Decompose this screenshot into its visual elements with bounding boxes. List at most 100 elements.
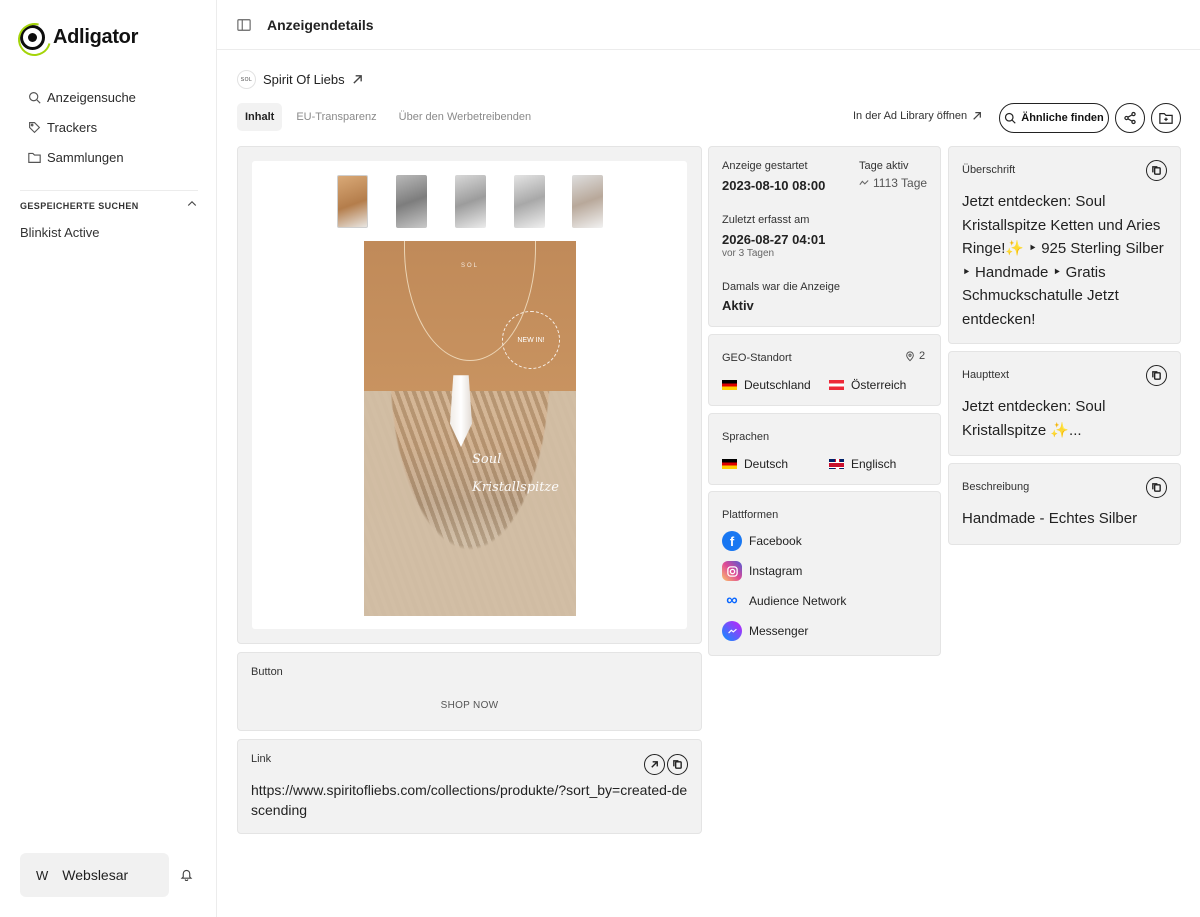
button-card-label: Button <box>251 666 283 678</box>
geo-count-value: 2 <box>919 350 926 362</box>
platform-facebook: f Facebook <box>722 531 802 551</box>
chevron-up-icon[interactable] <box>186 197 198 215</box>
copy-icon <box>1152 371 1161 380</box>
open-ad-library-link[interactable]: In der Ad Library öffnen <box>853 110 982 122</box>
language-de: Deutsch <box>722 455 788 473</box>
logo[interactable]: Adligator <box>20 25 138 50</box>
saved-search-item[interactable]: Blinkist Active <box>20 225 99 240</box>
sidebar-toggle-icon[interactable] <box>237 18 251 32</box>
copy-description-button[interactable] <box>1146 477 1167 498</box>
languages-label: Sprachen <box>722 431 770 443</box>
find-similar-label: Ähnliche finden <box>1021 112 1104 124</box>
button-card: Button SHOP NOW <box>237 652 702 731</box>
sidebar-item-trackers[interactable]: Trackers <box>28 112 136 142</box>
tag-icon <box>29 121 41 133</box>
sidebar-item-label: Trackers <box>47 119 98 135</box>
platform-name: Instagram <box>749 564 803 578</box>
days-active: 1113 Tage <box>859 176 927 190</box>
platform-instagram: Instagram <box>722 561 802 581</box>
sidebar: Adligator Anzeigensuche Trackers Sammlun… <box>0 0 217 917</box>
media-thumbnail[interactable] <box>572 175 603 228</box>
tab-eu-transparenz[interactable]: EU-Transparenz <box>288 103 384 131</box>
new-in-badge: NEW IN! <box>502 311 560 369</box>
language-en: Englisch <box>829 455 896 473</box>
sidebar-item-label: Sammlungen <box>47 149 124 165</box>
copy-icon <box>1152 166 1161 175</box>
headline-card: Überschrift Jetzt entdecken: Soul Krista… <box>948 146 1181 344</box>
external-link-icon <box>973 112 982 120</box>
bell-icon[interactable] <box>180 868 193 882</box>
map-pin-icon <box>906 351 914 361</box>
folder-icon <box>28 152 41 163</box>
languages-card: Sprachen Deutsch Englisch <box>708 413 941 485</box>
user-menu[interactable]: W Webslesar <box>20 853 169 897</box>
content-tabs: Inhalt EU-Transparenz Über den Werbetrei… <box>237 103 539 131</box>
started-value: 2023-08-10 08:00 <box>722 178 826 193</box>
sidebar-item-sammlungen[interactable]: Sammlungen <box>28 142 136 172</box>
cta-button[interactable]: SHOP NOW <box>251 692 688 719</box>
link-card-label: Link <box>251 753 272 765</box>
description-card: Beschreibung Handmade - Echtes Silber <box>948 463 1181 545</box>
link-url[interactable]: https://www.spiritofliebs.com/collection… <box>251 780 691 820</box>
sidebar-item-label: Anzeigensuche <box>47 89 136 105</box>
creative-script-text: Soul Kristallspitze <box>472 452 559 495</box>
open-link-button[interactable] <box>644 754 665 775</box>
advertiser-avatar: SOL <box>237 70 256 89</box>
platforms-card: Plattformen f Facebook Instagram ∞ Audie… <box>708 491 941 656</box>
app-root: Adligator Anzeigensuche Trackers Sammlun… <box>0 0 1200 917</box>
logo-eye-icon <box>20 25 45 50</box>
status-label: Damals war die Anzeige <box>722 281 841 293</box>
page-title: Anzeigendetails <box>267 16 374 33</box>
saved-searches-header[interactable]: GESPEICHERTE SUCHEN <box>20 190 198 215</box>
language-name: Englisch <box>851 456 897 471</box>
geo-label: GEO-Standort <box>722 352 792 364</box>
days-active-value: 1113 Tage <box>873 176 928 190</box>
copy-main-text-button[interactable] <box>1146 365 1167 386</box>
uk-flag-icon <box>829 458 844 469</box>
platform-name: Facebook <box>749 534 802 548</box>
facebook-icon: f <box>722 531 742 551</box>
media-thumbnail[interactable] <box>514 175 545 228</box>
find-similar-button[interactable]: Ähnliche finden <box>999 103 1109 133</box>
page-header: Anzeigendetails <box>217 0 1200 50</box>
platform-messenger: Messenger <box>722 621 808 641</box>
instagram-icon <box>722 561 742 581</box>
copy-link-button[interactable] <box>667 754 688 775</box>
sidebar-item-anzeigensuche[interactable]: Anzeigensuche <box>28 82 136 112</box>
tab-werbetreibender[interactable]: Über den Werbetreibenden <box>391 103 540 131</box>
status-value: Aktiv <box>722 298 754 313</box>
platform-name: Messenger <box>749 624 809 638</box>
saved-searches-title: GESPEICHERTE SUCHEN <box>20 201 139 211</box>
copy-headline-button[interactable] <box>1146 160 1167 181</box>
main-text-label: Haupttext <box>962 369 1010 381</box>
description-label: Beschreibung <box>962 481 1030 493</box>
media-thumbnail[interactable] <box>455 175 486 228</box>
sidebar-nav: Anzeigensuche Trackers Sammlungen <box>28 82 136 172</box>
advertiser-link[interactable]: SOL Spirit Of Liebs <box>237 70 363 89</box>
country-de: Deutschland <box>722 376 811 394</box>
media-thumbnail[interactable] <box>337 175 368 228</box>
search-icon <box>1005 112 1016 124</box>
user-name: Webslesar <box>62 867 129 883</box>
last-seen-label: Zuletzt erfasst am <box>722 214 810 226</box>
ad-creative-image[interactable]: SOL NEW IN! Soul Kristallspitze <box>364 241 576 616</box>
platform-audience-network: ∞ Audience Network <box>722 591 846 611</box>
copy-icon <box>673 760 682 769</box>
country-at: Österreich <box>829 376 906 394</box>
main-text-card: Haupttext Jetzt entdecken: Soul Kristall… <box>948 351 1181 456</box>
save-to-collection-button[interactable] <box>1151 103 1181 133</box>
language-name: Deutsch <box>744 456 789 471</box>
app-name: Adligator <box>53 26 139 48</box>
country-name: Deutschland <box>744 377 811 392</box>
media-thumbnail[interactable] <box>396 175 427 228</box>
activity-icon <box>859 180 869 185</box>
advertiser-name: Spirit Of Liebs <box>263 72 345 87</box>
share-button[interactable] <box>1115 103 1145 133</box>
search-icon <box>29 91 41 104</box>
avatar: W <box>36 867 49 883</box>
copy-icon <box>1152 483 1161 492</box>
days-active-label: Tage aktiv <box>859 160 909 172</box>
country-name: Österreich <box>851 377 907 392</box>
link-card: Link https://www.spiritofliebs.com/colle… <box>237 739 702 834</box>
tab-inhalt[interactable]: Inhalt <box>237 103 283 131</box>
